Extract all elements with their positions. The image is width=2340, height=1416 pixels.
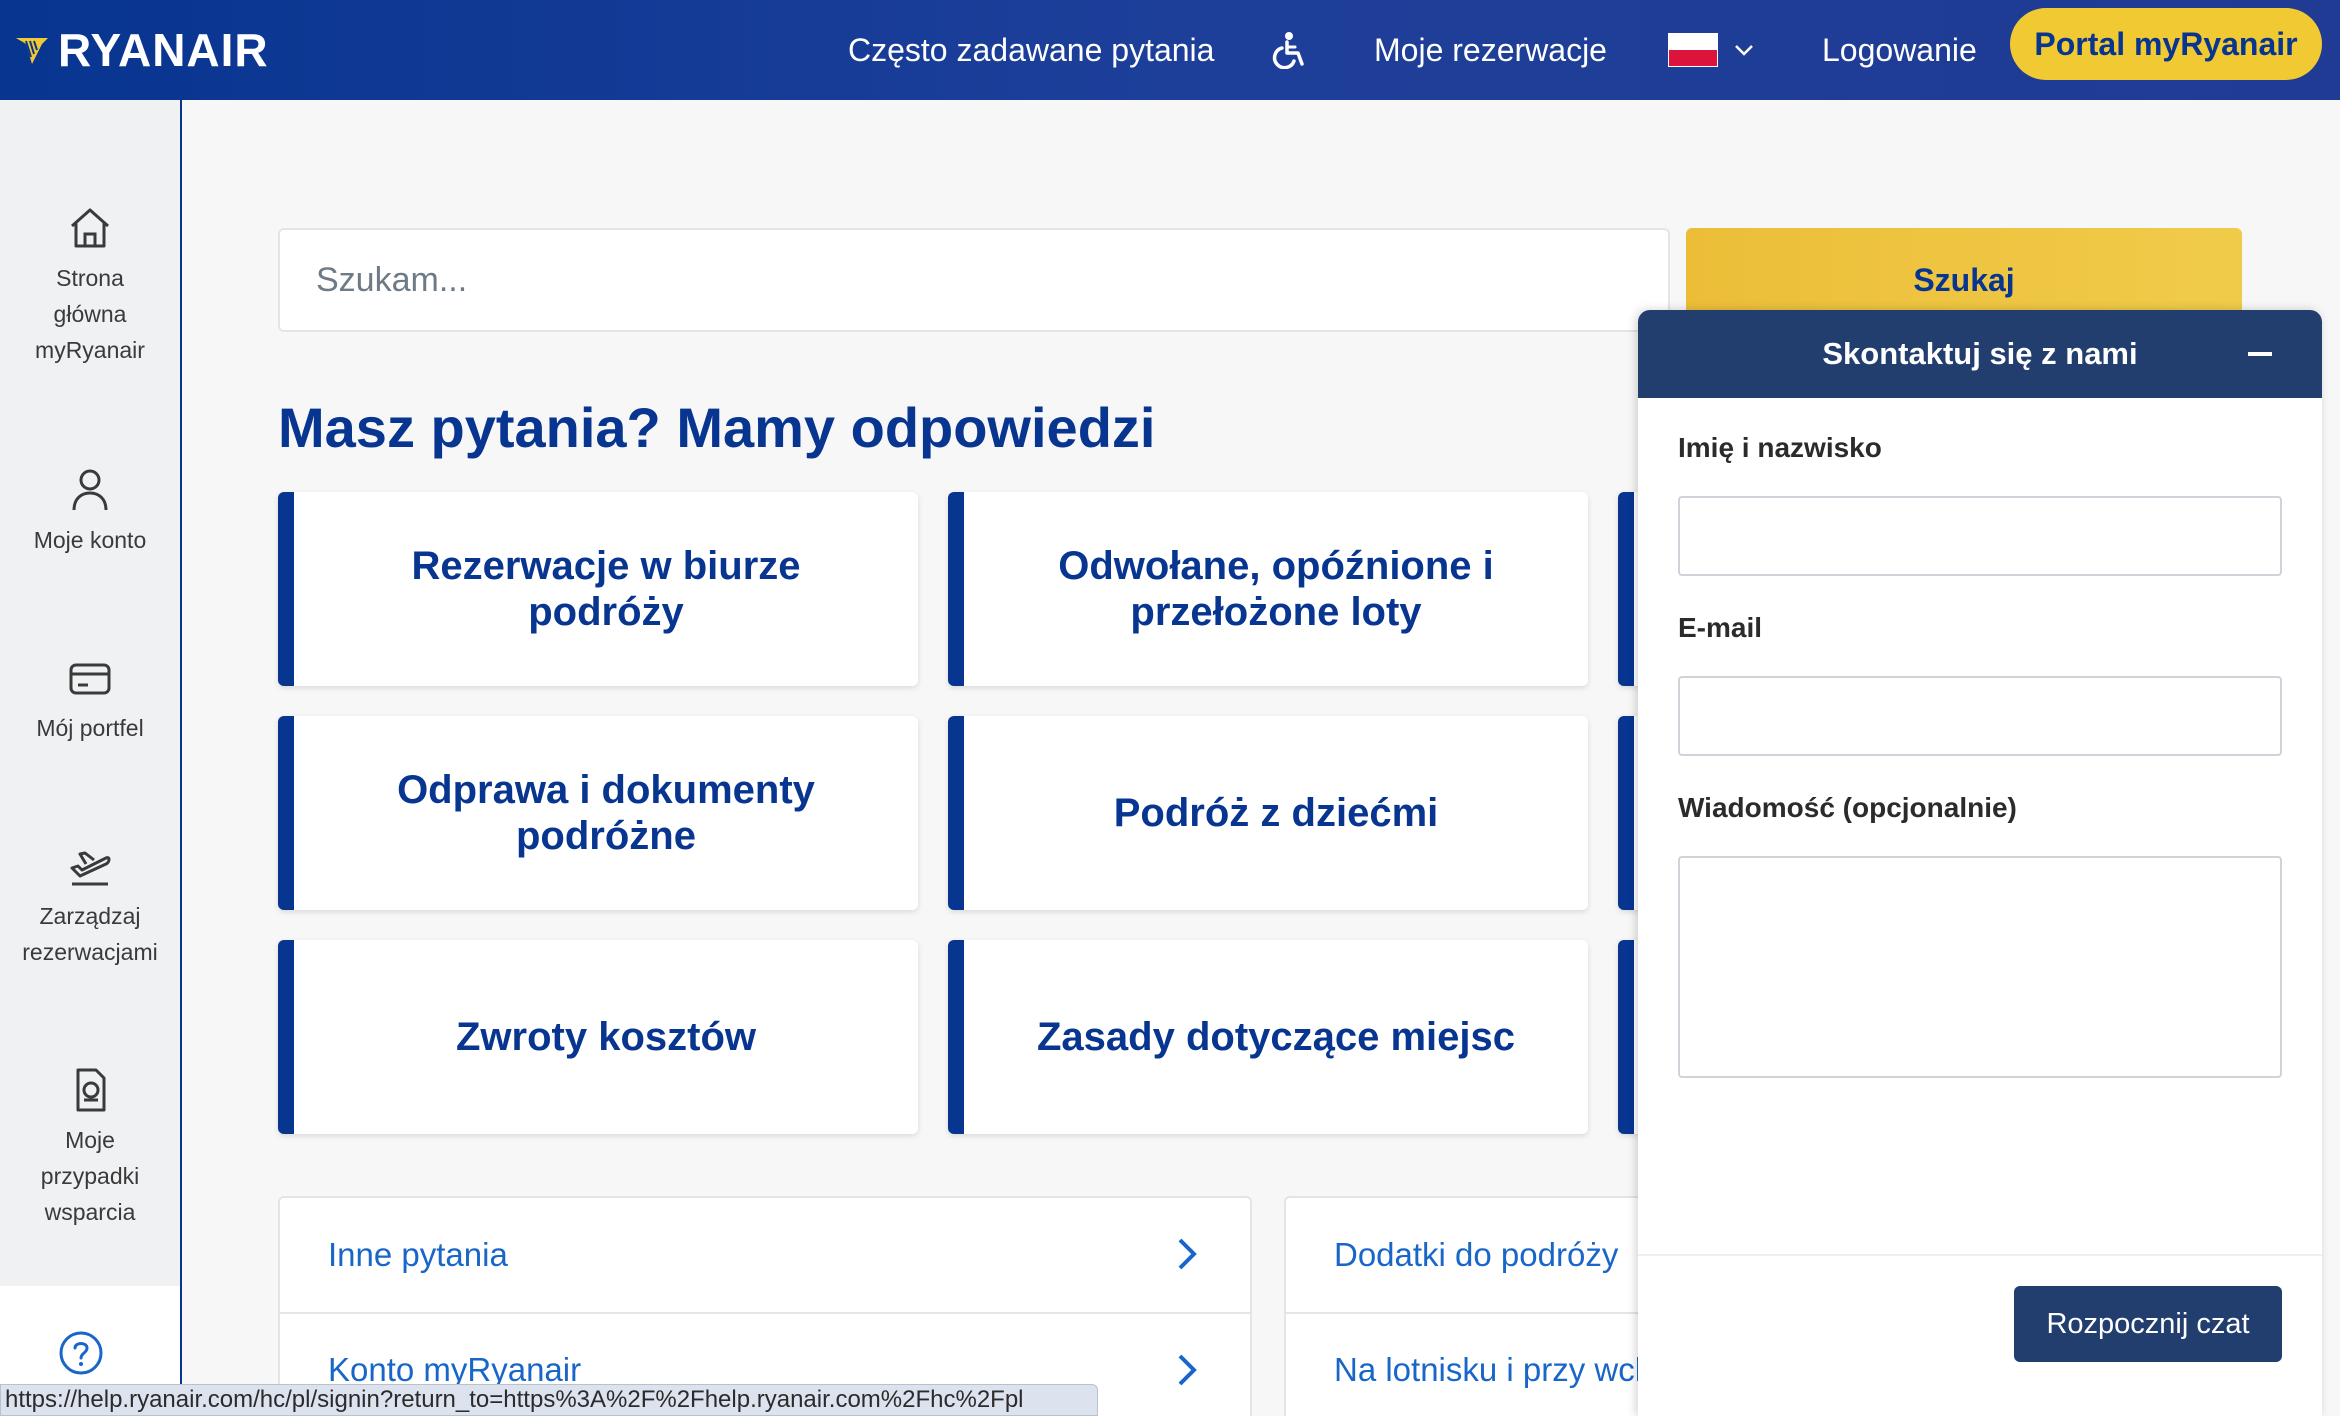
nav-my-bookings-link[interactable]: Moje rezerwacje xyxy=(1374,24,1607,76)
chat-footer: Rozpocznij czat xyxy=(1638,1254,2322,1416)
logo-text: RYANAIR xyxy=(58,24,269,76)
nav-login-link[interactable]: Logowanie xyxy=(1822,24,1977,76)
search-input[interactable] xyxy=(278,228,1670,332)
wheelchair-icon xyxy=(1272,32,1304,69)
list-item[interactable]: Inne pytania xyxy=(280,1198,1250,1312)
sidebar-item-support-cases[interactable]: Moje przypadki wsparcia xyxy=(0,1066,180,1230)
nav-faq-link[interactable]: Często zadawane pytania xyxy=(848,24,1214,76)
category-card[interactable]: Zwroty kosztów xyxy=(278,940,918,1134)
myryanair-portal-button[interactable]: Portal myRyanair xyxy=(2010,8,2322,80)
document-icon xyxy=(76,1068,106,1112)
sidebar-item-home[interactable]: Strona główna myRyanair xyxy=(0,204,180,368)
name-label: Imię i nazwisko xyxy=(1678,432,1882,463)
chevron-right-icon xyxy=(1178,1354,1197,1386)
accessibility-button[interactable] xyxy=(1272,24,1314,76)
sidebar-item-label: Strona główna myRyanair xyxy=(35,265,145,363)
card-label: Odprawa i dokumenty podróżne xyxy=(397,768,815,858)
sidebar-item-label: Moje konto xyxy=(33,527,147,553)
sidebar-item-label: Moje przypadki wsparcia xyxy=(40,1127,140,1225)
list-item-label: Na lotnisku i przy wch xyxy=(1334,1351,1654,1388)
card-label: Zwroty kosztów xyxy=(455,1015,757,1059)
sidebar-item-label: Zarządzaj rezerwacjami xyxy=(22,903,158,965)
list-item-label: Inne pytania xyxy=(328,1236,508,1273)
sidebar-item-account[interactable]: Moje konto xyxy=(0,466,180,558)
chat-title: Skontaktuj się z nami xyxy=(1822,336,2138,371)
card-label: Rezerwacje w biurze podróży xyxy=(411,544,801,634)
list-item-label: Dodatki do podróży xyxy=(1334,1236,1619,1273)
top-navigation: RYANAIR Często zadawane pytania Moje rez… xyxy=(0,0,2340,100)
poland-flag-icon xyxy=(1668,33,1718,67)
chevron-right-icon xyxy=(1178,1238,1197,1270)
ryanair-logo[interactable]: RYANAIR xyxy=(12,22,269,78)
minimize-icon[interactable] xyxy=(2248,352,2272,356)
message-field[interactable] xyxy=(1678,856,2282,1078)
start-chat-button[interactable]: Rozpocznij czat xyxy=(2014,1286,2282,1362)
page-title: Masz pytania? Mamy odpowiedzi xyxy=(278,396,1156,459)
harp-logo-icon xyxy=(16,38,48,64)
sidebar-item-label: Mój portfel xyxy=(36,715,144,741)
sidebar-item-manage-bookings[interactable]: Zarządzaj rezerwacjami xyxy=(0,842,180,970)
category-card[interactable]: Rezerwacje w biurze podróży xyxy=(278,492,918,686)
category-card[interactable]: Zasady dotyczące miejsc xyxy=(948,940,1588,1134)
category-card[interactable]: Odwołane, opóźnione i przełożone loty xyxy=(948,492,1588,686)
card-label: Zasady dotyczące miejsc xyxy=(1036,1015,1516,1059)
contact-chat-panel: Skontaktuj się z nami Imię i nazwisko E-… xyxy=(1638,310,2322,1416)
plane-takeoff-icon xyxy=(70,851,111,886)
message-label: Wiadomość (opcjonalnie) xyxy=(1678,792,2017,823)
category-card[interactable]: Odprawa i dokumenty podróżne xyxy=(278,716,918,910)
question-circle-icon[interactable] xyxy=(58,1330,104,1376)
sidebar-item-wallet[interactable]: Mój portfel xyxy=(0,654,180,746)
category-card[interactable]: Podróż z dziećmi xyxy=(948,716,1588,910)
email-label: E-mail xyxy=(1678,612,1763,643)
link-preview-statusbar: https://help.ryanair.com/hc/pl/signin?re… xyxy=(0,1384,1098,1416)
email-field[interactable] xyxy=(1678,676,2282,756)
card-label: Podróż z dziećmi xyxy=(1113,791,1439,835)
wallet-icon xyxy=(69,663,111,695)
topic-list-left: Inne pytania Konto myRyanair xyxy=(278,1196,1252,1416)
chat-header: Skontaktuj się z nami xyxy=(1638,310,2322,398)
name-field[interactable] xyxy=(1678,496,2282,576)
card-label: Odwołane, opóźnione i przełożone loty xyxy=(1058,544,1494,634)
language-selector[interactable] xyxy=(1668,24,1760,76)
user-icon xyxy=(72,469,108,511)
home-icon xyxy=(71,208,109,248)
chevron-down-icon xyxy=(1735,45,1753,56)
